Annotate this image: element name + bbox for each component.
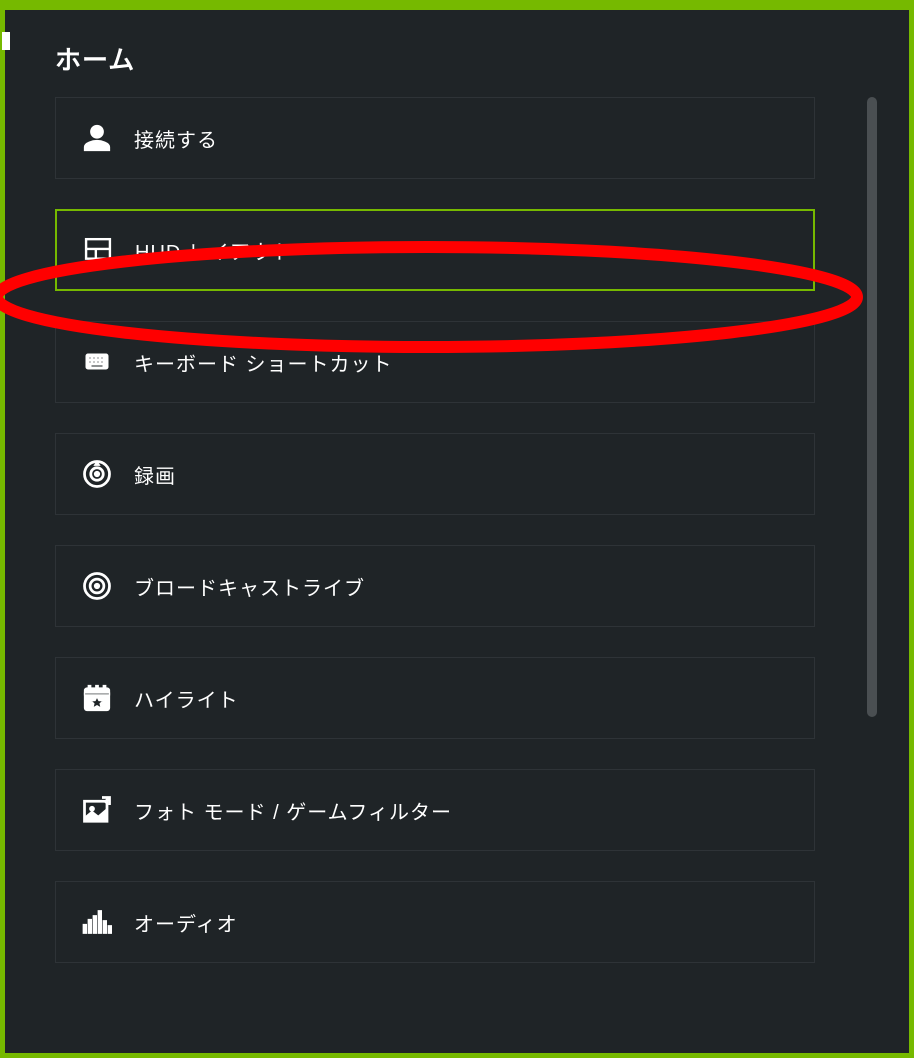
broadcast-icon (80, 569, 114, 603)
menu-item-keyboard-shortcuts[interactable]: キーボード ショートカット (55, 321, 815, 403)
audio-icon (80, 905, 114, 939)
record-icon (80, 457, 114, 491)
scrollbar[interactable] (867, 97, 877, 717)
menu-item-photo-mode[interactable]: フォト モード / ゲームフィルター (55, 769, 815, 851)
menu-item-label: フォト モード / ゲームフィルター (134, 796, 452, 825)
menu-item-audio[interactable]: オーディオ (55, 881, 815, 963)
menu-item-label: 録画 (134, 460, 176, 489)
menu-item-connect[interactable]: 接続する (55, 97, 815, 179)
menu-item-label: 接続する (134, 124, 218, 153)
menu-item-label: ハイライト (134, 684, 239, 713)
menu-item-label: オーディオ (134, 908, 238, 937)
menu-item-record[interactable]: 録画 (55, 433, 815, 515)
layout-icon (81, 233, 115, 267)
menu-list: 接続する HUD レイアウト キーボード ショートカット 録画 (55, 97, 895, 1037)
page-title: ホーム (55, 40, 909, 77)
person-icon (80, 121, 114, 155)
menu-item-label: HUD レイアウト (135, 236, 293, 265)
highlight-icon (80, 681, 114, 715)
menu-item-highlight[interactable]: ハイライト (55, 657, 815, 739)
menu-item-label: キーボード ショートカット (134, 348, 393, 377)
left-edge-tab (2, 32, 10, 50)
menu-item-broadcast[interactable]: ブロードキャストライブ (55, 545, 815, 627)
settings-panel: ホーム 接続する HUD レイアウト キーボード ショートカット (0, 0, 914, 1058)
keyboard-icon (80, 345, 114, 379)
menu-item-hud-layout[interactable]: HUD レイアウト (55, 209, 815, 291)
photo-icon (80, 793, 114, 827)
menu-item-label: ブロードキャストライブ (134, 572, 365, 601)
